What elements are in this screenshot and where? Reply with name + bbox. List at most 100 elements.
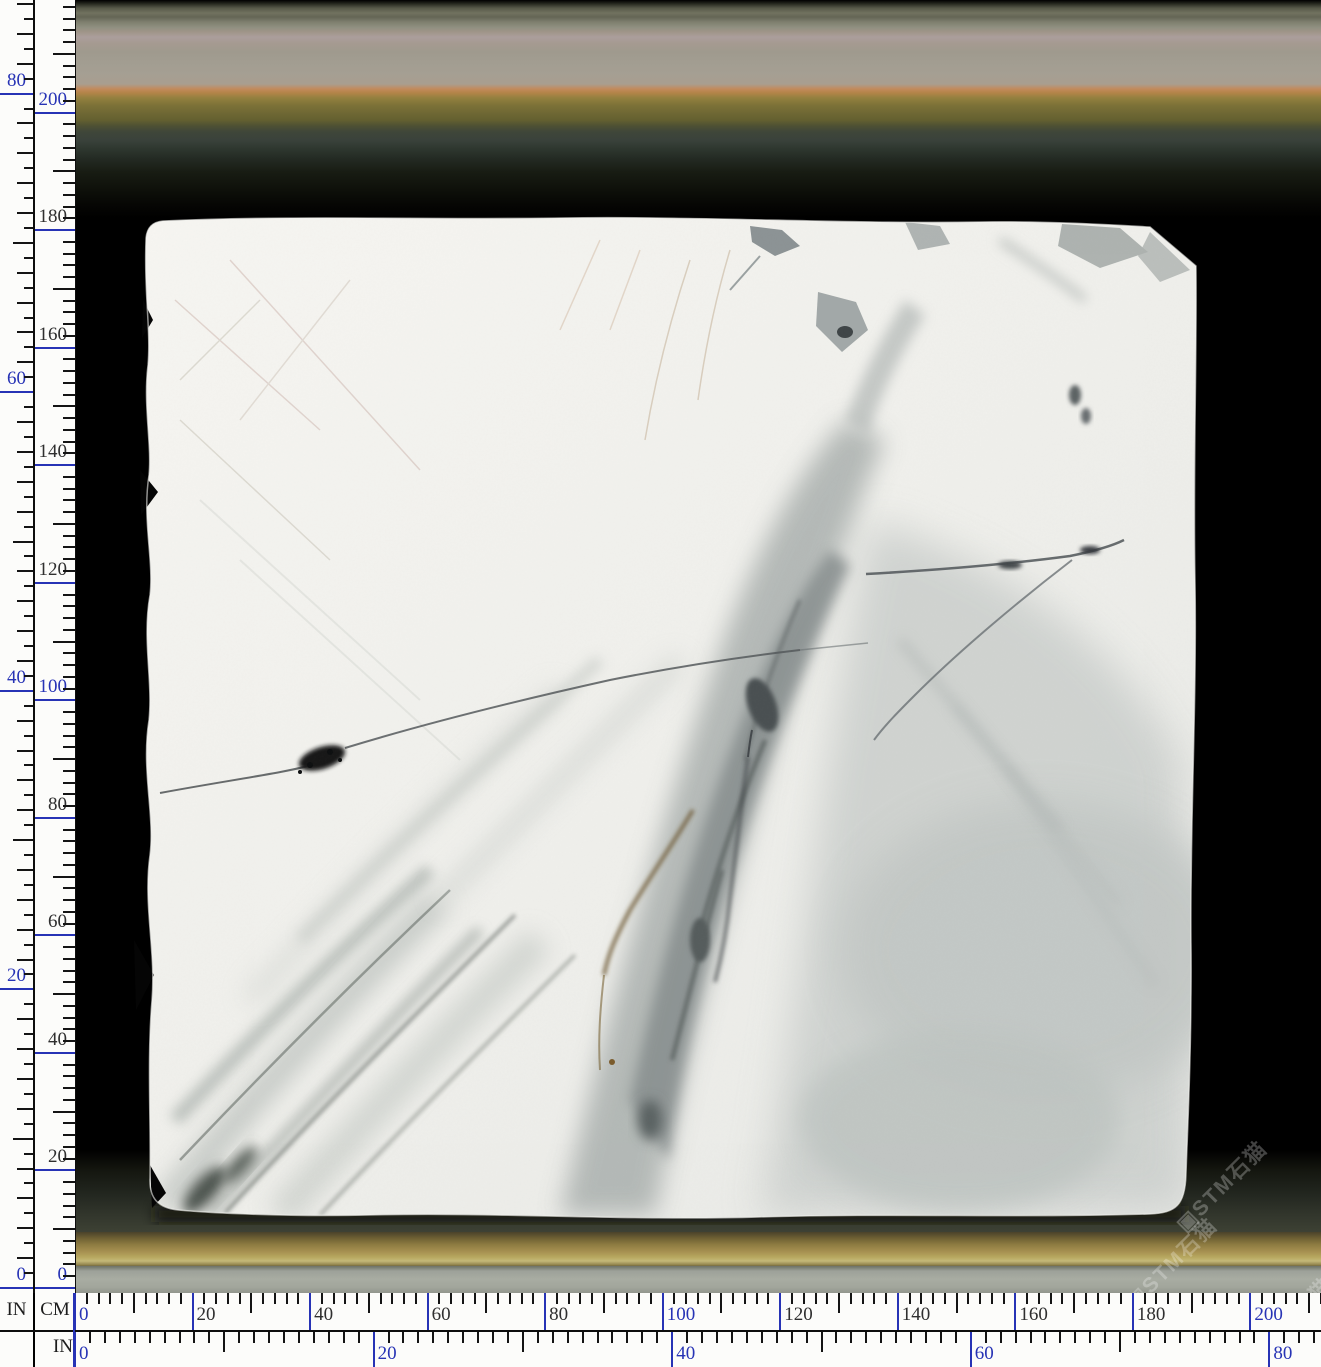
ruler-tick — [24, 18, 33, 20]
ruler-tick — [507, 1332, 509, 1343]
ruler-tick — [17, 1168, 33, 1170]
ruler-tick — [537, 1332, 539, 1343]
ruler-tick — [262, 1293, 264, 1304]
ruler-tick — [873, 1293, 875, 1304]
ruler-tick — [63, 852, 75, 854]
ruler-tick — [63, 1134, 75, 1136]
ruler-tick — [63, 782, 75, 784]
ruler-tick — [17, 779, 33, 781]
ruler-tick — [63, 676, 75, 678]
ruler-grid-line — [35, 1052, 75, 1054]
ruler-tick — [63, 335, 75, 337]
ruler-tick — [1155, 1293, 1157, 1304]
ruler-tick — [24, 436, 33, 438]
ruler-tick — [208, 1332, 210, 1343]
ruler-tick — [24, 137, 33, 139]
ruler-tick — [17, 481, 33, 483]
ruler-tick — [850, 1332, 852, 1343]
ruler-tick — [274, 1293, 276, 1304]
ruler-tick — [63, 358, 75, 360]
ruler-tick — [24, 824, 33, 826]
ruler-grid-line — [35, 1287, 75, 1289]
ruler-tick — [13, 1138, 33, 1140]
ruler-tick — [24, 287, 33, 289]
ruler-tick — [63, 147, 75, 149]
ruler-tick — [344, 1293, 346, 1304]
ruler-tick — [638, 1293, 640, 1304]
ruler-grid-line — [35, 112, 75, 114]
ruler-tick — [63, 18, 75, 20]
ruler-tick — [626, 1293, 628, 1304]
ruler-tick — [880, 1332, 882, 1343]
ruler-tick — [756, 1293, 758, 1304]
ruler-tick — [24, 78, 33, 80]
ruler-tick — [53, 758, 75, 760]
ruler-tick — [432, 1332, 434, 1343]
ruler-number: 80 — [1273, 1344, 1292, 1364]
ruler-tick — [991, 1293, 993, 1304]
ruler-tick — [438, 1293, 440, 1304]
ruler-tick — [1164, 1332, 1166, 1343]
ruler-number: 60 — [7, 369, 26, 389]
scanner-bottom-gold-band — [75, 1232, 1321, 1266]
ruler-tick — [63, 664, 75, 666]
ruler-tick — [17, 630, 33, 632]
ruler-tick — [63, 711, 75, 713]
ruler-tick — [556, 1293, 558, 1304]
ruler-tick — [109, 1293, 111, 1304]
ruler-tick — [806, 1332, 808, 1343]
ruler-number: 40 — [7, 668, 26, 688]
ruler-tick — [86, 1293, 88, 1304]
ruler-tick — [63, 652, 75, 654]
ruler-tick — [53, 53, 75, 55]
ruler-tick — [63, 981, 75, 983]
ruler-tick — [89, 1332, 91, 1343]
ruler-tick — [895, 1332, 897, 1343]
ruler-tick — [164, 1332, 166, 1343]
ruler-tick — [673, 1293, 675, 1304]
ruler-tick — [53, 641, 75, 643]
ruler-number: 80 — [7, 71, 26, 91]
ruler-tick — [415, 1293, 417, 1304]
ruler-tick — [1308, 1293, 1310, 1313]
ruler-tick — [17, 600, 33, 602]
ruler-tick — [985, 1332, 987, 1343]
ruler-tick — [63, 429, 75, 431]
ruler-tick — [1104, 1332, 1106, 1343]
ruler-tick — [168, 1293, 170, 1304]
ruler-tick — [333, 1293, 335, 1304]
ruler-tick — [24, 48, 33, 50]
ruler-number: 60 — [975, 1344, 994, 1364]
ruler-tick — [17, 122, 33, 124]
ruler-tick — [24, 1272, 33, 1274]
ruler-tick — [63, 570, 75, 572]
ruler-tick — [826, 1293, 828, 1304]
ruler-tick — [53, 405, 75, 407]
ruler-tick — [24, 1063, 33, 1065]
ruler-tick — [474, 1293, 476, 1304]
ruler-tick — [17, 1257, 33, 1259]
ruler-tick — [63, 6, 75, 8]
ruler-tick — [1296, 1293, 1298, 1304]
scan-area — [75, 0, 1321, 1293]
ruler-tick — [24, 496, 33, 498]
ruler-tick — [17, 750, 33, 752]
ruler-tick — [1120, 1293, 1122, 1304]
ruler-tick — [686, 1332, 688, 1343]
ruler-grid-line — [75, 1293, 76, 1330]
ruler-tick — [509, 1293, 511, 1304]
ruler-tick — [850, 1293, 852, 1304]
ruler-tick — [24, 1242, 33, 1244]
ruler-tick — [63, 805, 75, 807]
ruler-grid-line — [75, 1332, 76, 1367]
ruler-tick — [1059, 1332, 1061, 1343]
ruler-tick — [1179, 1293, 1181, 1304]
ruler-tick — [24, 555, 33, 557]
ruler-tick — [582, 1332, 584, 1343]
ruler-tick — [63, 76, 75, 78]
ruler-tick — [447, 1332, 449, 1343]
ruler-grid-line — [1249, 1293, 1251, 1330]
ruler-tick — [17, 182, 33, 184]
ruler-tick — [227, 1293, 229, 1304]
ruler-tick — [24, 735, 33, 737]
